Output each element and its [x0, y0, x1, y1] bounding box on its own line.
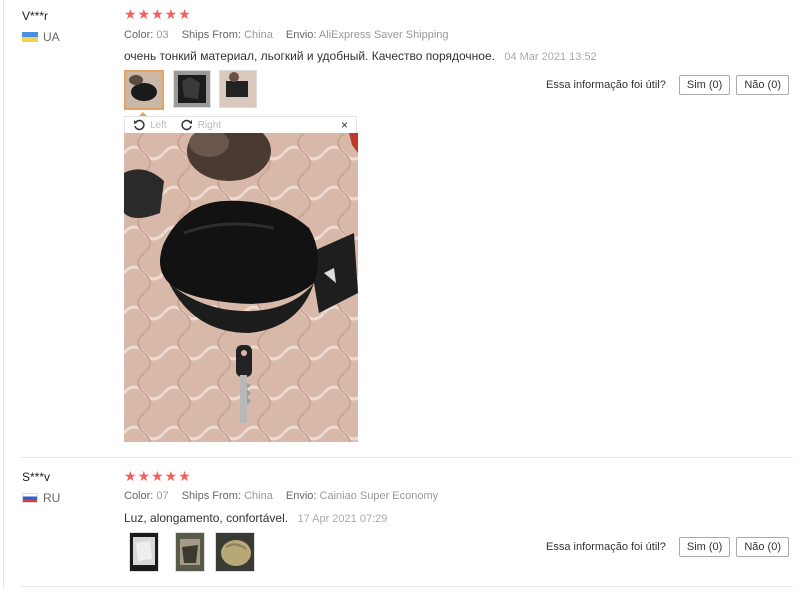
- reviewer-name: V***r: [22, 9, 49, 23]
- star-rating: ★★★★★: [124, 468, 192, 484]
- review-date: 17 Apr 2021 07:29: [297, 513, 388, 525]
- close-viewer-button[interactable]: ×: [341, 118, 348, 132]
- helpful-question: Essa informação foi útil?: [546, 541, 666, 553]
- review-photo-thumbnail[interactable]: [173, 70, 211, 108]
- review-item: S***v RU ★★★★★ Color: 07 Ships From: Chi…: [0, 458, 800, 589]
- helpful-no-button[interactable]: Não (0): [736, 75, 789, 95]
- reviewer-name: S***v: [22, 470, 51, 484]
- review-photo-thumbnails: [129, 532, 263, 572]
- comment-text: Luz, alongamento, confortável.: [124, 511, 289, 525]
- review-photo-thumbnail[interactable]: [215, 532, 255, 572]
- review-comment: Luz, alongamento, confortável. 17 Apr 20…: [124, 511, 387, 525]
- helpful-prompt: Essa informação foi útil? Sim (0) Não (0…: [546, 75, 789, 95]
- review-meta: Color: 07 Ships From: China Envio: Caini…: [124, 490, 448, 502]
- review-photo-image: [124, 133, 358, 442]
- photo-viewer-toolbar: Left Right ×: [124, 116, 357, 133]
- helpful-yes-button[interactable]: Sim (0): [678, 75, 731, 95]
- color-value: 07: [156, 490, 169, 502]
- envio-value: Cainiao Super Economy: [319, 490, 439, 502]
- color-label: Color:: [124, 29, 154, 41]
- ships-from-label: Ships From:: [181, 29, 242, 41]
- envio-label: Envio:: [285, 490, 317, 502]
- review-photo-thumbnail[interactable]: [129, 532, 159, 572]
- rotate-left-icon: [134, 119, 145, 131]
- reviewer-country: RU: [22, 491, 60, 505]
- helpful-prompt: Essa informação foi útil? Sim (0) Não (0…: [546, 537, 789, 557]
- rotate-right-control[interactable]: Right: [181, 119, 221, 131]
- helpful-yes-button[interactable]: Sim (0): [678, 537, 731, 557]
- review-date: 04 Mar 2021 13:52: [504, 51, 597, 63]
- review-divider: [21, 586, 793, 587]
- rotate-left-label: Left: [150, 119, 167, 131]
- star-rating: ★★★★★: [124, 6, 192, 22]
- country-code: RU: [43, 491, 61, 505]
- review-comment: очень тонкий материал, льогкий и удобный…: [124, 49, 597, 63]
- review-item: V***r UA ★★★★★ Color: 03 Ships From: Chi…: [0, 0, 800, 458]
- helpful-question: Essa informação foi útil?: [546, 79, 666, 91]
- russia-flag-icon: [22, 493, 38, 503]
- ships-from-value: China: [244, 29, 273, 41]
- color-value: 03: [156, 29, 169, 41]
- review-photo-thumbnail[interactable]: [124, 70, 164, 110]
- review-photo-thumbnail[interactable]: [175, 532, 205, 572]
- reviewer-country: UA: [22, 30, 60, 44]
- rotate-right-label: Right: [197, 119, 222, 131]
- review-meta: Color: 03 Ships From: China Envio: AliEx…: [124, 29, 459, 41]
- review-photo-thumbnail[interactable]: [219, 70, 257, 108]
- ukraine-flag-icon: [22, 32, 38, 42]
- review-photo-large: [124, 133, 358, 442]
- helpful-no-button[interactable]: Não (0): [736, 537, 789, 557]
- comment-text: очень тонкий материал, льогкий и удобный…: [124, 49, 495, 63]
- color-label: Color:: [124, 490, 154, 502]
- country-code: UA: [43, 30, 60, 44]
- ships-from-label: Ships From:: [181, 490, 242, 502]
- review-photo-thumbnails: [124, 70, 265, 110]
- rotate-left-control[interactable]: Left: [133, 119, 167, 131]
- envio-label: Envio:: [285, 29, 317, 41]
- ships-from-value: China: [244, 490, 273, 502]
- rotate-right-icon: [181, 119, 192, 131]
- envio-value: AliExpress Saver Shipping: [318, 29, 449, 41]
